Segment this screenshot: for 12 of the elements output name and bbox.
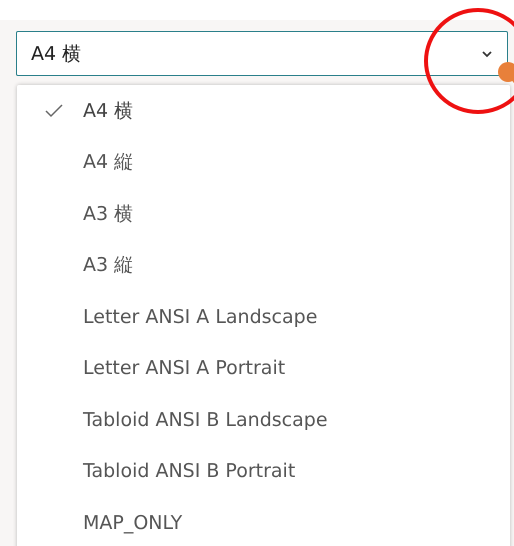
- dropdown-option[interactable]: Tabloid ANSI B Landscape: [17, 394, 510, 446]
- dropdown-option[interactable]: A4 横: [17, 85, 510, 136]
- dropdown-option[interactable]: Tabloid ANSI B Portrait: [17, 446, 510, 497]
- dropdown-option[interactable]: A3 横: [17, 188, 510, 240]
- paper-size-dropdown[interactable]: A4 横: [16, 31, 508, 76]
- dropdown-option[interactable]: Letter ANSI A Portrait: [17, 342, 510, 394]
- dropdown-option[interactable]: A4 縦: [17, 136, 510, 188]
- checkmark-icon: [45, 104, 63, 118]
- dropdown-option[interactable]: MAP_ONLY: [17, 497, 510, 546]
- chevron-down-icon: [481, 50, 493, 58]
- dropdown-option[interactable]: A3 縦: [17, 240, 510, 291]
- dropdown-option[interactable]: Letter ANSI A Landscape: [17, 291, 510, 342]
